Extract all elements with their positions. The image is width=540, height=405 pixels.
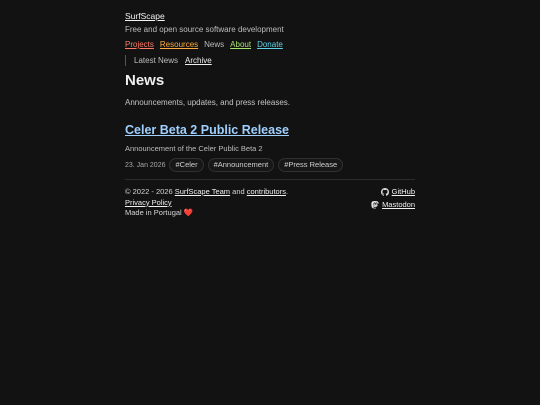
tag-announcement[interactable]: #Announcement (207, 158, 275, 172)
footer-divider (125, 179, 415, 180)
site-tagline: Free and open source software developmen… (125, 25, 284, 34)
content-wrapper: SurfScape Free and open source software … (125, 6, 415, 219)
post-date: 23. Jan 2026 (125, 161, 166, 169)
mastodon-link-row[interactable]: Mastodon (371, 200, 415, 211)
heart-icon: ❤️ (183, 208, 194, 217)
post-title-link[interactable]: Celer Beta 2 Public Release (125, 123, 289, 138)
page-title: News (125, 72, 165, 89)
privacy-policy-link[interactable]: Privacy Policy (125, 198, 172, 207)
made-in-line: Made in Portugal ❤️ (125, 208, 288, 219)
news-post: Celer Beta 2 Public Release Announcement… (125, 108, 415, 172)
subnav-latest-news: Latest News (134, 56, 179, 65)
footer-right: GitHub Mastodon (371, 187, 415, 219)
subnav-archive-link[interactable]: Archive (185, 55, 212, 66)
period-text: . (285, 187, 289, 196)
main-nav: Projects Resources News About Donate (125, 39, 415, 50)
nav-projects[interactable]: Projects (125, 39, 154, 50)
copyright-line: © 2022 - 2026 SurfScape Team and contrib… (125, 187, 288, 198)
github-link[interactable]: GitHub (392, 187, 415, 198)
news-subnav: Latest News Archive (125, 55, 415, 66)
and-text: and (232, 187, 245, 196)
nav-resources[interactable]: Resources (160, 39, 198, 50)
copyright-text: © 2022 - 2026 (125, 187, 173, 196)
page: SurfScape Free and open source software … (0, 0, 540, 405)
github-link-row[interactable]: GitHub (371, 187, 415, 198)
post-meta: 23. Jan 2026 #Celer #Announcement #Press… (125, 158, 415, 172)
github-icon (380, 188, 389, 197)
nav-donate[interactable]: Donate (257, 39, 283, 50)
mastodon-icon (371, 200, 379, 209)
nav-news: News (204, 40, 225, 49)
footer: © 2022 - 2026 SurfScape Team and contrib… (125, 187, 415, 219)
team-link[interactable]: SurfScape Team (175, 187, 230, 196)
made-in-text: Made in Portugal (125, 208, 182, 217)
page-description: Announcements, updates, and press releas… (125, 98, 290, 107)
mastodon-link[interactable]: Mastodon (382, 200, 415, 211)
nav-about[interactable]: About (230, 39, 251, 50)
site-title-link[interactable]: SurfScape (125, 11, 165, 22)
tag-celer[interactable]: #Celer (169, 158, 204, 172)
post-summary: Announcement of the Celer Public Beta 2 (125, 144, 263, 153)
contributors-link[interactable]: contributors (247, 187, 286, 196)
tag-press-release[interactable]: #Press Release (278, 158, 344, 172)
footer-left: © 2022 - 2026 SurfScape Team and contrib… (125, 187, 288, 219)
